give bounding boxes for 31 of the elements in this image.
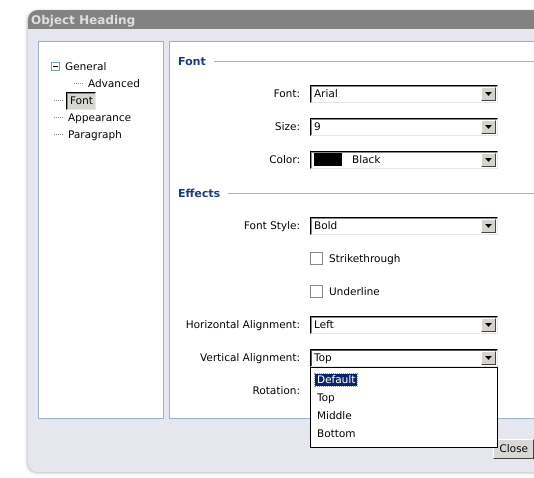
tree-item[interactable]: Advanced <box>86 76 142 90</box>
collapse-icon[interactable] <box>51 62 60 71</box>
checkbox-label: Strikethrough <box>329 252 400 264</box>
dropdown-option[interactable]: Default <box>315 374 358 386</box>
tree-item[interactable]: Appearance <box>66 110 134 124</box>
dropdown[interactable]: 9 <box>310 118 498 136</box>
dropdown[interactable]: Top <box>310 348 498 366</box>
dropdown-option[interactable]: Middle <box>315 410 354 422</box>
checkbox[interactable] <box>310 285 323 298</box>
section-heading: Font <box>178 54 206 68</box>
window-title: Object Heading <box>31 12 136 26</box>
field-label: Color: <box>268 154 300 166</box>
field-label: Font: <box>272 88 300 100</box>
dropdown-option[interactable]: Bottom <box>315 428 358 440</box>
field-label: Rotation: <box>252 384 300 396</box>
checkbox[interactable] <box>310 252 323 265</box>
tree-item[interactable]: Paragraph <box>66 128 124 142</box>
dropdown-option[interactable]: Top <box>315 392 337 404</box>
field-label: Horizontal Alignment: <box>184 318 300 330</box>
dropdown[interactable]: Left <box>310 316 498 334</box>
dropdown[interactable]: Bold <box>310 216 498 234</box>
tree-item[interactable]: General <box>63 60 108 74</box>
checkbox-label: Underline <box>329 286 380 298</box>
close-button[interactable]: Close <box>493 439 534 459</box>
color-dropdown[interactable]: Black <box>310 150 498 168</box>
dropdown[interactable]: Arial <box>310 84 498 102</box>
field-label: Vertical Alignment: <box>199 352 300 364</box>
field-label: Size: <box>274 120 300 132</box>
section-heading: Effects <box>178 186 220 200</box>
field-label: Font Style: <box>242 220 300 232</box>
tree-item[interactable]: Font <box>66 92 96 110</box>
